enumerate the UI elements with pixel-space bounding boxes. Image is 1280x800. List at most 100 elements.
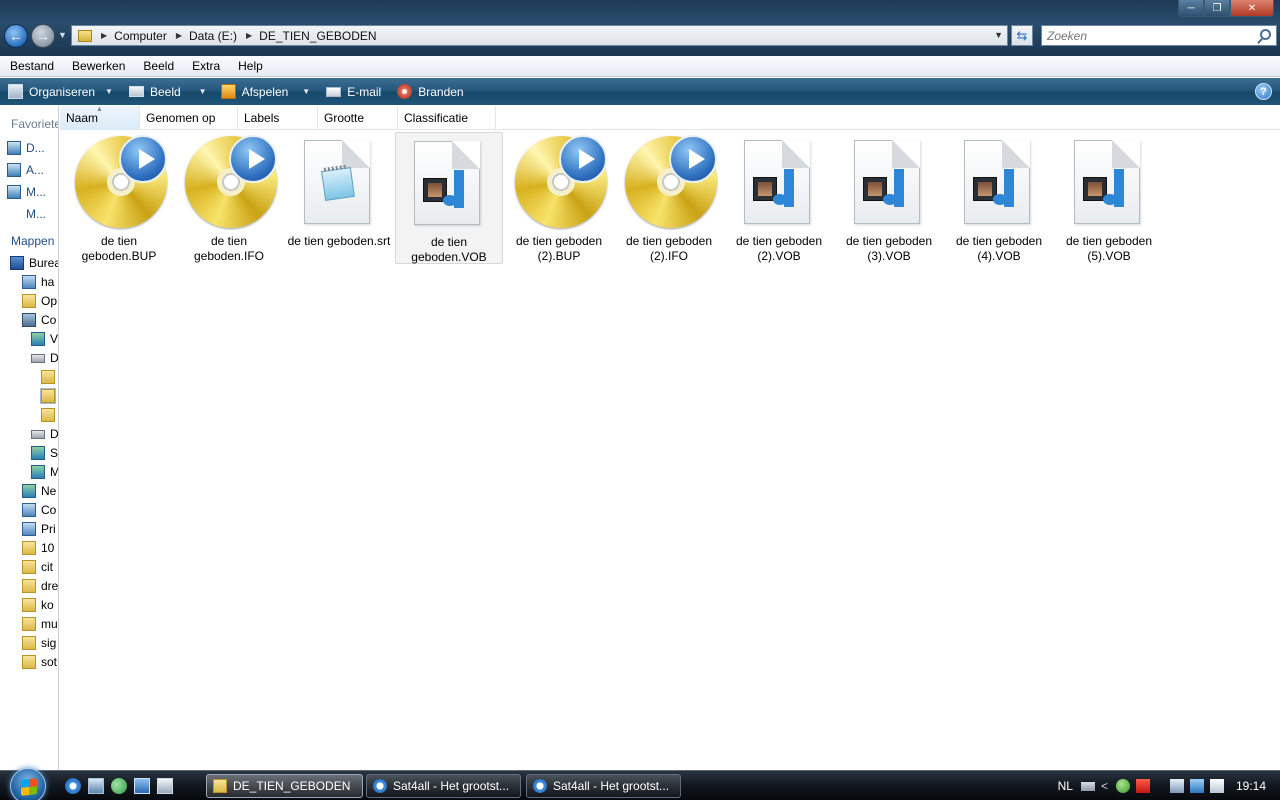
tree-item[interactable]: dre: [22, 577, 58, 595]
menu-beeld[interactable]: Beeld: [133, 59, 182, 73]
volume-icon[interactable]: [1209, 779, 1224, 793]
clock[interactable]: 19:14: [1236, 779, 1266, 793]
tree-item[interactable]: D: [31, 425, 58, 443]
organize-button[interactable]: Organiseren ▼: [0, 78, 119, 105]
ie-icon[interactable]: [65, 778, 81, 794]
file-item[interactable]: de tien geboden.BUP: [65, 132, 173, 264]
breadcrumb-data-drive[interactable]: Data (E:): [189, 29, 237, 43]
tree-item[interactable]: sot: [22, 653, 57, 671]
tree-item-label: V: [50, 332, 59, 346]
language-indicator[interactable]: NL: [1058, 779, 1073, 793]
tree-item[interactable]: S: [31, 444, 58, 462]
favorite-link[interactable]: M...: [26, 205, 46, 223]
tree-item-control-panel[interactable]: Co: [22, 501, 56, 519]
file-item[interactable]: de tien geboden (2).VOB: [725, 132, 833, 264]
play-button[interactable]: Afspelen ▼: [215, 78, 317, 105]
tree-item[interactable]: [41, 368, 58, 386]
menu-bestand[interactable]: Bestand: [0, 59, 62, 73]
file-name: de tien geboden (2).IFO: [625, 234, 713, 263]
column-size[interactable]: Grootte: [318, 106, 398, 130]
file-item[interactable]: de tien geboden (2).BUP: [505, 132, 613, 264]
help-button[interactable]: ?: [1255, 83, 1272, 100]
tree-item-recycle-bin[interactable]: Pri: [22, 520, 56, 538]
breadcrumb-current-folder[interactable]: DE_TIEN_GEBODEN: [259, 29, 376, 43]
file-list[interactable]: de tien geboden.BUP de tien geboden.IFO …: [60, 131, 1280, 770]
network-icon: [22, 484, 36, 498]
tree-item[interactable]: Op: [22, 292, 57, 310]
breadcrumb-computer[interactable]: Computer: [114, 29, 167, 43]
task-explorer[interactable]: DE_TIEN_GEBODEN: [206, 774, 363, 798]
messenger-icon[interactable]: [1115, 779, 1130, 793]
task-browser[interactable]: Sat4all - Het grootst...: [366, 774, 521, 798]
tree-item[interactable]: cit: [22, 558, 53, 576]
menu-help[interactable]: Help: [228, 59, 271, 73]
file-item-selected[interactable]: de tien geboden.VOB: [395, 132, 503, 264]
tree-item-desktop[interactable]: Bureaublad: [10, 254, 58, 272]
tree-item[interactable]: D: [31, 349, 58, 367]
file-item[interactable]: de tien geboden (2).IFO: [615, 132, 723, 264]
maximize-button[interactable]: ❐: [1204, 0, 1230, 17]
search-icon[interactable]: [1260, 29, 1271, 40]
close-button[interactable]: ✕: [1230, 0, 1274, 17]
navigation-pane: Favoriete koppelingen D... A... M... M..…: [0, 106, 59, 770]
calculator-icon[interactable]: [157, 778, 173, 794]
tree-item-network[interactable]: Ne: [22, 482, 56, 500]
forward-button[interactable]: →: [31, 24, 55, 48]
file-item[interactable]: de tien geboden.srt: [285, 132, 393, 264]
address-bar[interactable]: ▶ Computer ▶ Data (E:) ▶ DE_TIEN_GEBODEN…: [71, 25, 1008, 46]
back-button[interactable]: ←: [4, 24, 28, 48]
email-label: E-mail: [347, 84, 382, 99]
tree-item[interactable]: [41, 406, 58, 424]
column-date-taken[interactable]: Genomen op: [140, 106, 238, 130]
search-input[interactable]: [1047, 28, 1257, 43]
antivirus-icon[interactable]: [1135, 779, 1150, 793]
folders-heading[interactable]: Mappen: [11, 234, 54, 248]
file-item[interactable]: de tien geboden (4).VOB: [945, 132, 1053, 264]
tree-item[interactable]: V: [31, 330, 58, 348]
address-history-dropdown[interactable]: ▼: [994, 30, 1003, 40]
safely-remove-hardware-icon[interactable]: [1169, 779, 1184, 793]
search-box[interactable]: [1041, 25, 1277, 46]
task-browser[interactable]: Sat4all - Het grootst...: [526, 774, 681, 798]
burn-button[interactable]: Branden: [391, 78, 469, 105]
refresh-button[interactable]: ⇆: [1011, 25, 1033, 46]
users-icon[interactable]: [111, 778, 127, 794]
monitor-icon[interactable]: [134, 778, 150, 794]
tree-item[interactable]: mu: [22, 615, 58, 633]
breadcrumb-separator[interactable]: ▶: [176, 31, 182, 40]
tree-item[interactable]: ha: [22, 273, 54, 291]
favorite-link[interactable]: M...: [7, 183, 46, 201]
column-label: Classificatie: [404, 111, 469, 125]
show-desktop-icon[interactable]: [88, 778, 104, 794]
tree-item-computer[interactable]: Co: [22, 311, 56, 329]
tree-item[interactable]: M: [31, 463, 58, 481]
show-hidden-icons-button[interactable]: <: [1101, 779, 1108, 793]
start-button[interactable]: [10, 768, 46, 800]
column-rating[interactable]: Classificatie: [398, 106, 496, 130]
breadcrumb-separator[interactable]: ▶: [101, 31, 107, 40]
column-tags[interactable]: Labels: [238, 106, 318, 130]
ie-icon: [533, 779, 547, 793]
tree-item[interactable]: ko: [22, 596, 54, 614]
favorite-link[interactable]: D...: [7, 139, 45, 157]
burn-label: Branden: [418, 84, 464, 99]
file-item[interactable]: de tien geboden.IFO: [175, 132, 283, 264]
column-name[interactable]: ▲ Naam: [60, 106, 140, 130]
file-item[interactable]: de tien geboden (3).VOB: [835, 132, 943, 264]
file-item[interactable]: de tien geboden (5).VOB: [1055, 132, 1163, 264]
tree-item[interactable]: [40, 387, 58, 405]
breadcrumb-separator[interactable]: ▶: [246, 31, 252, 40]
menu-bewerken[interactable]: Bewerken: [62, 59, 133, 73]
keyboard-icon[interactable]: [1080, 781, 1095, 791]
minimize-button[interactable]: ─: [1178, 0, 1204, 17]
task-label: Sat4all - Het grootst...: [553, 779, 670, 793]
favorite-link[interactable]: A...: [7, 161, 44, 179]
tree-item-label: Co: [41, 313, 57, 327]
menu-extra[interactable]: Extra: [182, 59, 228, 73]
recent-pages-dropdown[interactable]: ▼: [58, 30, 67, 40]
network-icon[interactable]: [1189, 779, 1204, 793]
email-button[interactable]: E-mail: [320, 78, 387, 105]
tree-item[interactable]: 10: [22, 539, 54, 557]
views-button[interactable]: Beeld ▼: [123, 78, 213, 105]
tree-item[interactable]: sig: [22, 634, 56, 652]
